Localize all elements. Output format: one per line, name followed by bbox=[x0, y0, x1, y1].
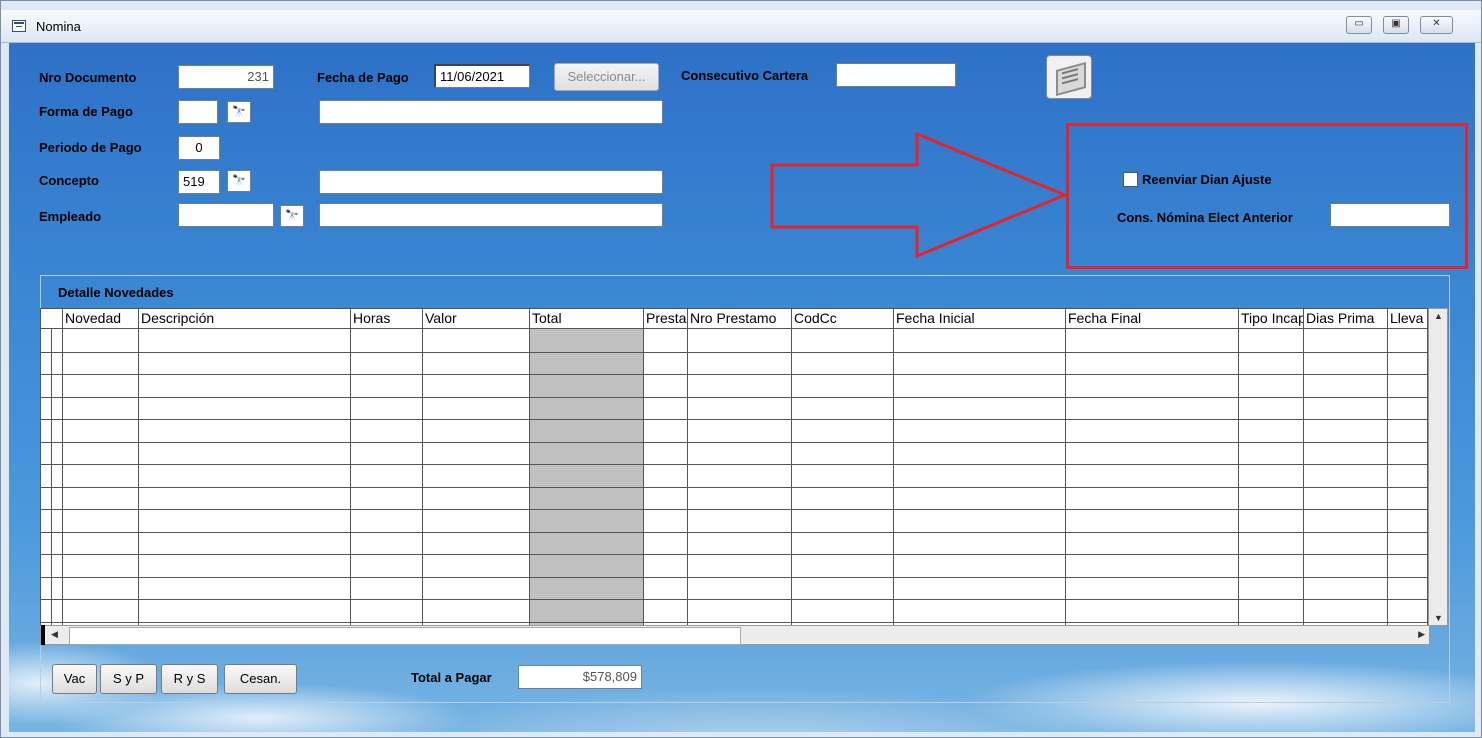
annotation-arrow-shape bbox=[770, 131, 1069, 259]
novedades-grid[interactable]: NovedadDescripciónHorasValorTotalPrestam… bbox=[40, 308, 1436, 626]
periodo-pago-label: Periodo de Pago bbox=[39, 140, 142, 155]
grid-column-header[interactable]: Total bbox=[530, 309, 644, 329]
grid-column-header[interactable]: Nro Prestamo bbox=[688, 309, 792, 329]
grid-header-selector[interactable] bbox=[41, 309, 63, 329]
close-button[interactable]: ✕ bbox=[1420, 16, 1453, 34]
table-row[interactable] bbox=[41, 531, 1435, 533]
forma-pago-label: Forma de Pago bbox=[39, 104, 133, 119]
total-pagar-label: Total a Pagar bbox=[411, 670, 492, 685]
nro-documento-label: Nro Documento bbox=[39, 70, 137, 85]
syp-button[interactable]: S y P bbox=[100, 664, 157, 694]
grid-window-icon bbox=[12, 20, 26, 32]
seleccionar-button[interactable]: Seleccionar... bbox=[554, 63, 659, 91]
table-row[interactable] bbox=[41, 599, 1435, 600]
scroll-up-icon[interactable]: ▲ bbox=[1434, 311, 1443, 321]
detalle-novedades-label: Detalle Novedades bbox=[58, 285, 174, 300]
grid-column-header[interactable]: Dias Prima bbox=[1304, 309, 1388, 329]
empleado-search-binoculars-icon[interactable]: 🔭 bbox=[280, 205, 304, 227]
nro-documento-field[interactable]: 231 bbox=[178, 65, 274, 89]
restore-icon: ▣ bbox=[1391, 18, 1401, 29]
table-row[interactable] bbox=[41, 419, 1435, 420]
minimize-button[interactable]: ▭ bbox=[1346, 16, 1372, 34]
nomina-window: Nomina ▭ ▣ ✕ Nro Documento 231 Fecha de … bbox=[0, 0, 1482, 738]
table-row[interactable] bbox=[41, 621, 1435, 623]
table-row[interactable] bbox=[41, 486, 1435, 488]
concepto-field[interactable]: 519 bbox=[178, 170, 220, 194]
table-row[interactable] bbox=[41, 351, 1435, 353]
grid-row-indicator bbox=[41, 625, 45, 645]
concepto-description-field[interactable] bbox=[319, 170, 663, 194]
maximize-button[interactable]: ▣ bbox=[1383, 16, 1409, 34]
vac-button[interactable]: Vac bbox=[52, 664, 97, 694]
printer-icon bbox=[1056, 61, 1086, 97]
print-button[interactable] bbox=[1046, 55, 1092, 99]
empleado-label: Empleado bbox=[39, 209, 102, 224]
table-row[interactable] bbox=[41, 554, 1435, 555]
grid-column-header[interactable]: CodCc bbox=[792, 309, 894, 329]
close-icon: ✕ bbox=[1432, 18, 1441, 29]
empleado-description-field[interactable] bbox=[319, 203, 663, 227]
table-row[interactable] bbox=[41, 374, 1435, 375]
consecutivo-cartera-label: Consecutivo Cartera bbox=[681, 68, 809, 83]
grid-column-header[interactable]: Novedad bbox=[63, 309, 139, 329]
grid-column-header[interactable]: Descripción bbox=[139, 309, 351, 329]
grid-column-header[interactable]: Tipo Incapacidad bbox=[1239, 309, 1304, 329]
reenviar-dian-label: Reenviar Dian Ajuste bbox=[1142, 172, 1272, 187]
empleado-field[interactable] bbox=[178, 203, 274, 227]
concepto-search-binoculars-icon[interactable]: 🔭 bbox=[227, 170, 251, 192]
fecha-pago-field[interactable]: 11/06/2021 bbox=[434, 64, 530, 88]
concepto-label: Concepto bbox=[39, 173, 99, 188]
title-bar[interactable]: Nomina ▭ ▣ ✕ bbox=[1, 10, 1481, 43]
scroll-left-icon[interactable]: ◀ bbox=[51, 629, 58, 640]
table-row[interactable] bbox=[41, 509, 1435, 510]
rys-button[interactable]: R y S bbox=[161, 664, 218, 694]
forma-pago-search-binoculars-icon[interactable]: 🔭 bbox=[227, 101, 251, 123]
fecha-pago-label: Fecha de Pago bbox=[317, 70, 409, 85]
cons-nomina-label: Cons. Nómina Elect Anterior bbox=[1117, 210, 1293, 225]
horizontal-scroll-thumb[interactable] bbox=[69, 627, 741, 645]
table-row[interactable] bbox=[41, 576, 1435, 578]
total-pagar-field: $578,809 bbox=[518, 665, 642, 689]
table-row[interactable] bbox=[41, 396, 1435, 398]
grid-column-header[interactable]: Valor bbox=[423, 309, 530, 329]
annotation-highlight-box bbox=[1066, 123, 1468, 269]
scroll-down-icon[interactable]: ▼ bbox=[1434, 613, 1443, 623]
annotation-arrow bbox=[770, 131, 1069, 259]
table-row[interactable] bbox=[41, 441, 1435, 443]
grid-column-header[interactable]: Prestamo bbox=[644, 309, 688, 329]
grid-column-header[interactable]: Horas bbox=[351, 309, 423, 329]
grid-column-header[interactable]: Fecha Inicial bbox=[894, 309, 1066, 329]
minimize-icon: ▭ bbox=[1354, 18, 1364, 29]
grid-column-header[interactable]: Fecha Final bbox=[1066, 309, 1239, 329]
scroll-right-icon[interactable]: ▶ bbox=[1418, 629, 1425, 640]
table-row[interactable] bbox=[41, 464, 1435, 465]
forma-pago-description-field[interactable] bbox=[319, 100, 663, 124]
periodo-pago-field[interactable]: 0 bbox=[178, 136, 220, 160]
grid-horizontal-scrollbar[interactable]: ◀ ▶ bbox=[40, 625, 1430, 645]
grid-vertical-scrollbar[interactable]: ▲ ▼ bbox=[1428, 308, 1448, 626]
consecutivo-cartera-field[interactable] bbox=[836, 63, 956, 87]
cesan-button[interactable]: Cesan. bbox=[224, 664, 297, 694]
reenviar-dian-checkbox[interactable] bbox=[1123, 172, 1138, 187]
forma-pago-field[interactable] bbox=[178, 100, 218, 124]
cons-nomina-field[interactable] bbox=[1330, 203, 1450, 227]
grid-column-header[interactable]: Lleva bbox=[1388, 309, 1428, 329]
form-client-area: Nro Documento 231 Fecha de Pago 11/06/20… bbox=[9, 43, 1475, 732]
window-title: Nomina bbox=[36, 19, 81, 34]
